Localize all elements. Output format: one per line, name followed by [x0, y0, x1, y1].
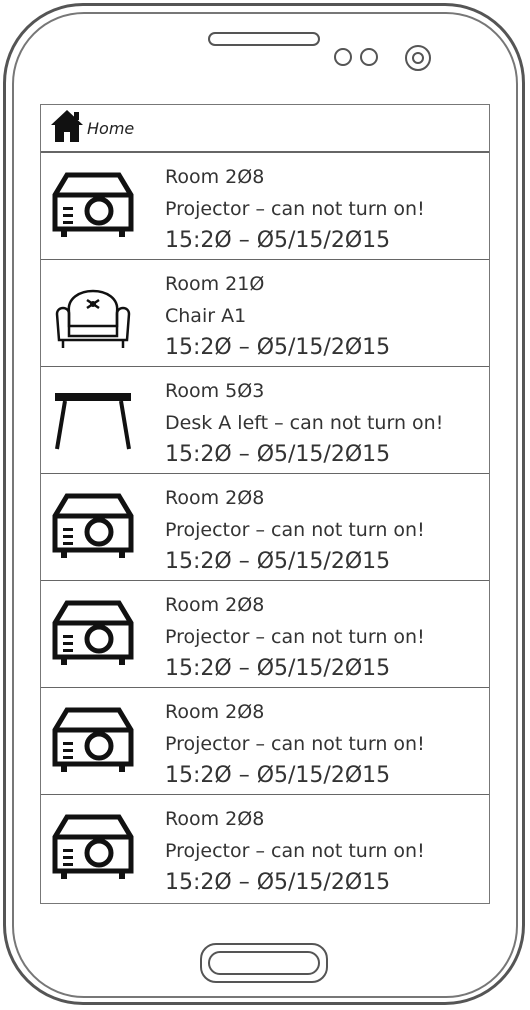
projector-icon: [51, 167, 135, 245]
timestamp-label: 15:2Ø – Ø5/15/2Ø15: [165, 763, 391, 788]
issue-label: Projector – can not turn on!: [165, 626, 425, 648]
room-label: Room 2Ø8: [165, 594, 265, 616]
list-item[interactable]: Room 2Ø8 Projector – can not turn on! 15…: [41, 688, 489, 795]
speaker-grille: [208, 32, 320, 46]
list-item[interactable]: Room 21Ø Chair A1 15:2Ø – Ø5/15/2Ø15: [41, 260, 489, 367]
list-item[interactable]: Room 2Ø8 Projector – can not turn on! 15…: [41, 795, 489, 902]
home-button[interactable]: [200, 943, 328, 983]
timestamp-label: 15:2Ø – Ø5/15/2Ø15: [165, 335, 391, 360]
issue-label: Desk A left – can not turn on!: [165, 412, 444, 434]
app-screen: Home Room 2Ø8 Projector – can not turn o…: [40, 104, 490, 904]
list-item[interactable]: Room 2Ø8 Projector – can not turn on! 15…: [41, 581, 489, 688]
timestamp-label: 15:2Ø – Ø5/15/2Ø15: [165, 656, 391, 681]
issue-label: Projector – can not turn on!: [165, 840, 425, 862]
house-icon[interactable]: [49, 108, 85, 148]
timestamp-label: 15:2Ø – Ø5/15/2Ø15: [165, 442, 391, 467]
projector-icon: [51, 702, 135, 780]
timestamp-label: 15:2Ø – Ø5/15/2Ø15: [165, 228, 391, 253]
timestamp-label: 15:2Ø – Ø5/15/2Ø15: [165, 870, 391, 895]
timestamp-label: 15:2Ø – Ø5/15/2Ø15: [165, 549, 391, 574]
projector-icon: [51, 595, 135, 673]
room-label: Room 2Ø8: [165, 808, 265, 830]
room-label: Room 2Ø8: [165, 701, 265, 723]
chair-icon: [51, 274, 135, 352]
projector-icon: [51, 809, 135, 887]
desk-icon: [51, 381, 135, 459]
sensor-dot: [360, 48, 378, 66]
camera-icon: [405, 45, 431, 71]
room-label: Room 2Ø8: [165, 487, 265, 509]
room-label: Room 21Ø: [165, 273, 265, 295]
issue-label: Projector – can not turn on!: [165, 733, 425, 755]
app-header: Home: [41, 105, 489, 153]
list-item[interactable]: Room 2Ø8 Projector – can not turn on! 15…: [41, 474, 489, 581]
room-label: Room 2Ø8: [165, 166, 265, 188]
list-item[interactable]: Room 5Ø3 Desk A left – can not turn on! …: [41, 367, 489, 474]
issue-label: Projector – can not turn on!: [165, 519, 425, 541]
page-title: Home: [87, 118, 135, 138]
issue-label: Projector – can not turn on!: [165, 198, 425, 220]
issue-list: Room 2Ø8 Projector – can not turn on! 15…: [41, 153, 489, 902]
sensor-dot: [334, 48, 352, 66]
issue-label: Chair A1: [165, 305, 247, 327]
list-item[interactable]: Room 2Ø8 Projector – can not turn on! 15…: [41, 153, 489, 260]
room-label: Room 5Ø3: [165, 380, 265, 402]
projector-icon: [51, 488, 135, 566]
